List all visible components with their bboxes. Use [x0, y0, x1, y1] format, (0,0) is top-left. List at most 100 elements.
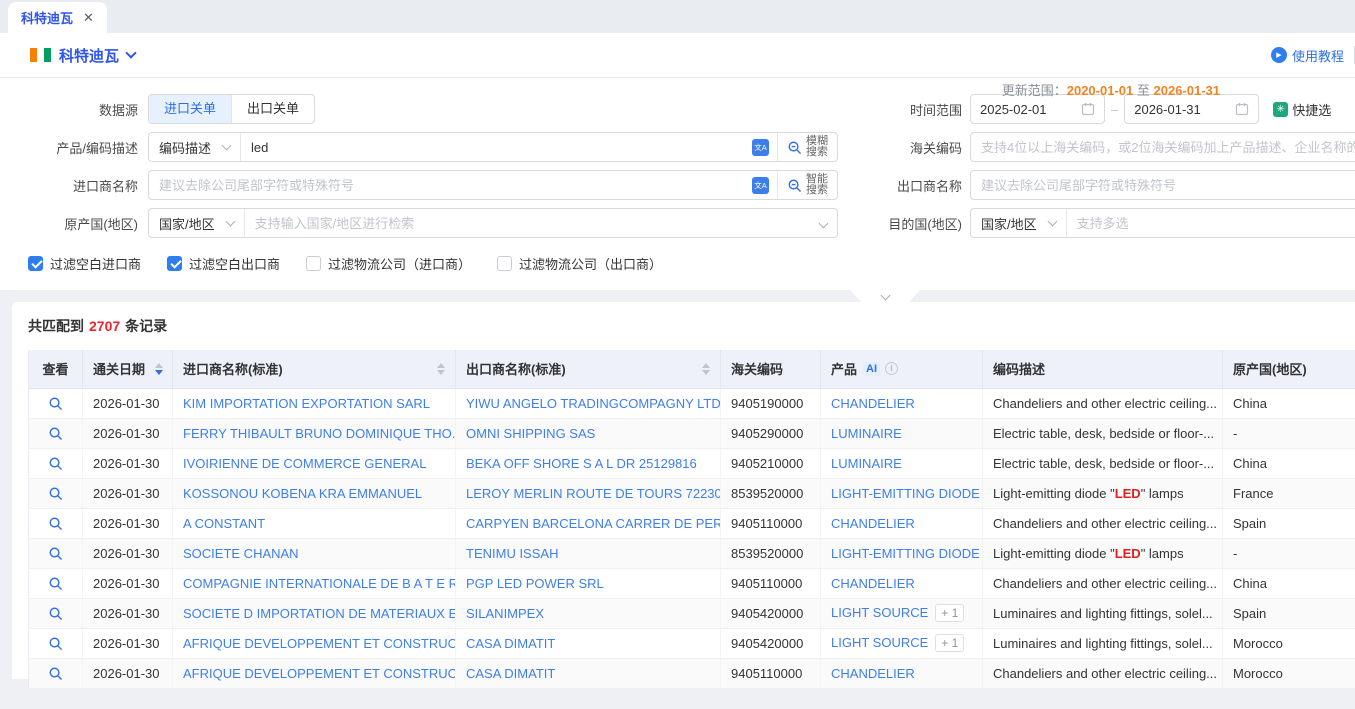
info-icon[interactable]: i	[885, 362, 898, 375]
update-range-to: 2026-01-31	[1154, 83, 1221, 98]
cell-date: 2026-01-30	[83, 538, 173, 568]
sort-icon[interactable]	[702, 363, 710, 375]
importer-link[interactable]: IVOIRIENNE DE COMMERCE GENERAL	[183, 456, 426, 471]
view-detail-button[interactable]	[29, 628, 83, 658]
view-detail-button[interactable]	[29, 508, 83, 538]
destination-type-select[interactable]: 国家/地区	[971, 214, 1066, 233]
more-products-badge[interactable]: + 1	[935, 604, 964, 622]
importer-input[interactable]	[149, 178, 744, 193]
product-link[interactable]: LIGHT SOURCE	[831, 605, 928, 620]
product-link[interactable]: LIGHT-EMITTING DIODE	[831, 546, 980, 561]
exporter-link[interactable]: SILANIMPEX	[466, 606, 544, 621]
view-detail-icon	[48, 666, 63, 681]
chevron-down-icon	[125, 47, 136, 58]
product-link[interactable]: CHANDELIER	[831, 666, 915, 681]
sort-icon[interactable]	[155, 363, 163, 375]
view-detail-button[interactable]	[29, 568, 83, 598]
origin-input[interactable]	[245, 216, 810, 231]
ai-badge: AI	[863, 362, 880, 376]
product-link[interactable]: CHANDELIER	[831, 576, 915, 591]
filter-checkbox[interactable]: 过滤空白进口商	[28, 254, 141, 273]
view-detail-button[interactable]	[29, 478, 83, 508]
product-link[interactable]: CHANDELIER	[831, 396, 915, 411]
exporter-link[interactable]: YIWU ANGELO TRADINGCOMPAGNY LTD	[466, 396, 721, 411]
quick-select-button[interactable]: ✳ 快捷选	[1273, 100, 1331, 119]
chevron-down-icon[interactable]	[819, 218, 829, 228]
importer-link[interactable]: AFRIQUE DEVELOPPEMENT ET CONSTRUCT...	[183, 666, 456, 681]
exporter-link[interactable]: CARPYEN BARCELONA CARRER DE PERE IV	[466, 516, 721, 531]
checkbox-checked-icon[interactable]	[167, 256, 182, 271]
table-row: 2026-01-30SOCIETE CHANANTENIMU ISSAH8539…	[29, 538, 1355, 568]
exporter-link[interactable]: BEKA OFF SHORE S A L DR 25129816	[466, 456, 697, 471]
date-from-value: 2025-02-01	[980, 102, 1047, 117]
col-origin: 原产国(地区)	[1223, 350, 1355, 388]
checkbox-unchecked-icon[interactable]	[306, 256, 321, 271]
product-link[interactable]: CHANDELIER	[831, 516, 915, 531]
cell-date: 2026-01-30	[83, 598, 173, 628]
data-source-option[interactable]: 出口关单	[231, 95, 314, 123]
importer-link[interactable]: COMPAGNIE INTERNATIONALE DE B A T E R	[183, 576, 456, 591]
filter-checkbox[interactable]: 过滤物流公司（出口商）	[497, 254, 662, 273]
product-link[interactable]: LIGHT-EMITTING DIODE	[831, 486, 980, 501]
checkbox-unchecked-icon[interactable]	[497, 256, 512, 271]
view-detail-button[interactable]	[29, 388, 83, 418]
view-detail-icon	[48, 516, 63, 531]
cell-date: 2026-01-30	[83, 658, 173, 688]
product-link[interactable]: LUMINAIRE	[831, 426, 902, 441]
quick-select-icon: ✳	[1273, 102, 1288, 117]
view-detail-button[interactable]	[29, 538, 83, 568]
exporter-input[interactable]	[970, 170, 1355, 200]
translate-icon[interactable]: 文A	[752, 177, 769, 194]
col-exporter[interactable]: 出口商名称(标准)	[456, 350, 721, 388]
hs-code-label: 海关编码	[838, 138, 970, 157]
more-products-badge[interactable]: + 1	[935, 634, 964, 652]
tutorial-button[interactable]: ▶ 使用教程	[1271, 46, 1344, 65]
exporter-link[interactable]: CASA DIMATIT	[466, 666, 555, 681]
cell-origin: China	[1223, 388, 1355, 418]
destination-type-selected: 国家/地区	[981, 214, 1037, 233]
product-link[interactable]: LUMINAIRE	[831, 456, 902, 471]
checkbox-checked-icon[interactable]	[28, 256, 43, 271]
col-importer[interactable]: 进口商名称(标准)	[173, 350, 456, 388]
cell-exporter: BEKA OFF SHORE S A L DR 25129816	[456, 448, 721, 478]
smart-search-button[interactable]: 智能搜索	[778, 174, 837, 196]
cell-hs-code: 9405110000	[721, 568, 821, 598]
data-source-option[interactable]: 进口关单	[149, 95, 231, 123]
checkbox-label: 过滤空白进口商	[50, 254, 141, 273]
cell-exporter: CARPYEN BARCELONA CARRER DE PERE IV	[456, 508, 721, 538]
view-detail-button[interactable]	[29, 448, 83, 478]
cell-description: Electric table, desk, bedside or floor-.…	[983, 448, 1223, 478]
importer-link[interactable]: KOSSONOU KOBENA KRA EMMANUEL	[183, 486, 422, 501]
hs-code-input[interactable]	[970, 132, 1355, 162]
importer-link[interactable]: SOCIETE CHANAN	[183, 546, 299, 561]
product-search-input[interactable]	[241, 140, 744, 155]
destination-input[interactable]	[1067, 216, 1355, 231]
exporter-link[interactable]: LEROY MERLIN ROUTE DE TOURS 72230 M	[466, 486, 721, 501]
fuzzy-search-button[interactable]: 模糊搜索	[778, 136, 837, 158]
filter-checkbox[interactable]: 过滤物流公司（进口商）	[306, 254, 471, 273]
importer-link[interactable]: FERRY THIBAULT BRUNO DOMINIQUE THO...	[183, 426, 456, 441]
close-icon[interactable]: ✕	[83, 10, 94, 26]
tab-cote-divoire[interactable]: 科特迪瓦 ✕	[8, 2, 107, 33]
importer-link[interactable]: KIM IMPORTATION EXPORTATION SARL	[183, 396, 430, 411]
exporter-link[interactable]: CASA DIMATIT	[466, 636, 555, 651]
importer-link[interactable]: A CONSTANT	[183, 516, 265, 531]
exporter-link[interactable]: OMNI SHIPPING SAS	[466, 426, 595, 441]
view-detail-button[interactable]	[29, 418, 83, 448]
col-date[interactable]: 通关日期	[83, 350, 173, 388]
exporter-link[interactable]: PGP LED POWER SRL	[466, 576, 604, 591]
origin-type-select[interactable]: 国家/地区	[149, 214, 244, 233]
country-selector[interactable]: 科特迪瓦	[30, 45, 135, 66]
cell-description: Chandeliers and other electric ceiling..…	[983, 658, 1223, 688]
product-field-select[interactable]: 编码描述	[149, 138, 240, 157]
importer-link[interactable]: AFRIQUE DEVELOPPEMENT ET CONSTRUCT...	[183, 636, 456, 651]
cell-description: Light-emitting diode "LED" lamps	[983, 538, 1223, 568]
exporter-link[interactable]: TENIMU ISSAH	[466, 546, 558, 561]
importer-link[interactable]: SOCIETE D IMPORTATION DE MATERIAUX E...	[183, 606, 456, 621]
translate-icon[interactable]: 文A	[752, 139, 769, 156]
filter-checkbox[interactable]: 过滤空白出口商	[167, 254, 280, 273]
sort-icon[interactable]	[437, 363, 445, 375]
view-detail-button[interactable]	[29, 658, 83, 688]
product-link[interactable]: LIGHT SOURCE	[831, 635, 928, 650]
view-detail-button[interactable]	[29, 598, 83, 628]
